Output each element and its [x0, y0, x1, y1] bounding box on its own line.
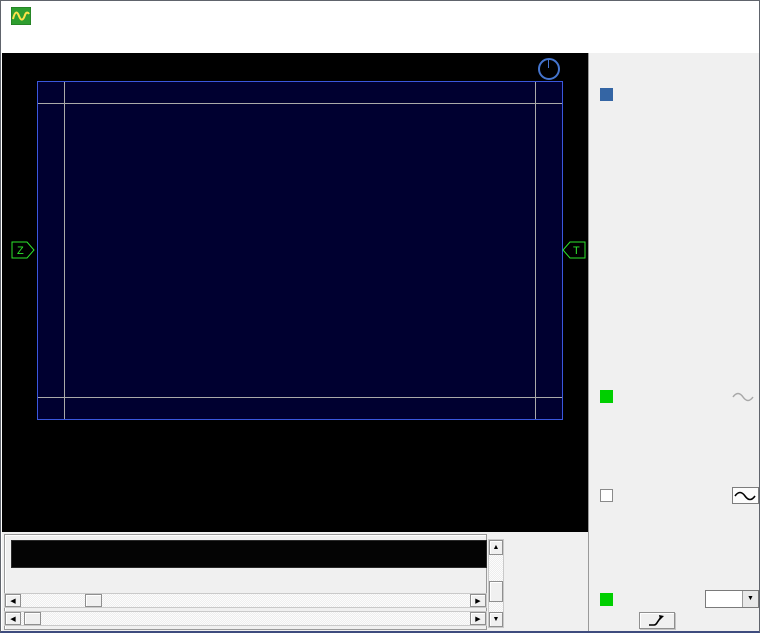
minimize-button[interactable] — [623, 1, 663, 30]
frequency-coarse-thumb[interactable] — [85, 594, 102, 607]
f-ets-readout — [37, 492, 577, 507]
generator-panel: ◀ ▶ ◀ ▶ ▲ ▼ — [2, 532, 588, 631]
app-window: Z T ◀ ▶ ◀ ▶ ▲ ▼ ▼ — [0, 0, 760, 633]
svg-text:T: T — [573, 245, 580, 257]
a2-checkbox[interactable] — [600, 489, 613, 502]
a1-checkbox[interactable] — [600, 390, 613, 403]
maximize-button[interactable] — [675, 1, 715, 30]
scope-grid-and-trace — [38, 104, 562, 419]
frequency-coarse-scrollbar[interactable]: ◀ ▶ — [4, 593, 487, 608]
trigger-level-marker[interactable]: T — [562, 241, 586, 259]
cursor-t2[interactable] — [535, 82, 536, 419]
measurement-row-2 — [37, 441, 577, 456]
scope-display — [37, 81, 563, 420]
cursor-v2[interactable] — [38, 397, 562, 398]
a1-coupling-sine-icon — [732, 392, 754, 402]
cursor-v1[interactable] — [38, 103, 562, 104]
close-button[interactable] — [717, 1, 757, 30]
a2-coupling-sine-button[interactable] — [732, 487, 759, 504]
measurement-row-3 — [37, 458, 577, 473]
app-icon — [11, 7, 31, 25]
sine-icon — [734, 491, 756, 501]
frequency-fine-scrollbar[interactable]: ◀ ▶ — [4, 611, 487, 626]
cursor-t1[interactable] — [64, 82, 65, 419]
control-panel: ▼ — [588, 53, 759, 631]
measurement-row-1 — [37, 424, 577, 439]
zero-level-marker[interactable]: Z — [11, 241, 35, 259]
amplitude-scrollbar[interactable]: ▲ ▼ — [488, 539, 504, 628]
amplitude-thumb[interactable] — [489, 581, 503, 602]
scope-info-bar — [38, 82, 562, 104]
sync-source-combo[interactable]: ▼ — [705, 590, 759, 608]
sync-checkbox[interactable] — [600, 593, 613, 606]
timebase-checkbox[interactable] — [600, 88, 613, 101]
menu-bar — [1, 31, 759, 53]
rising-edge-icon — [649, 615, 664, 626]
acquisition-spinner-icon — [538, 58, 560, 80]
svg-text:Z: Z — [17, 245, 24, 257]
chevron-down-icon[interactable]: ▼ — [742, 591, 758, 607]
generator-display — [11, 540, 487, 568]
title-bar — [1, 1, 759, 31]
sync-slope-button[interactable] — [639, 612, 675, 629]
frequency-fine-thumb[interactable] — [24, 612, 41, 625]
